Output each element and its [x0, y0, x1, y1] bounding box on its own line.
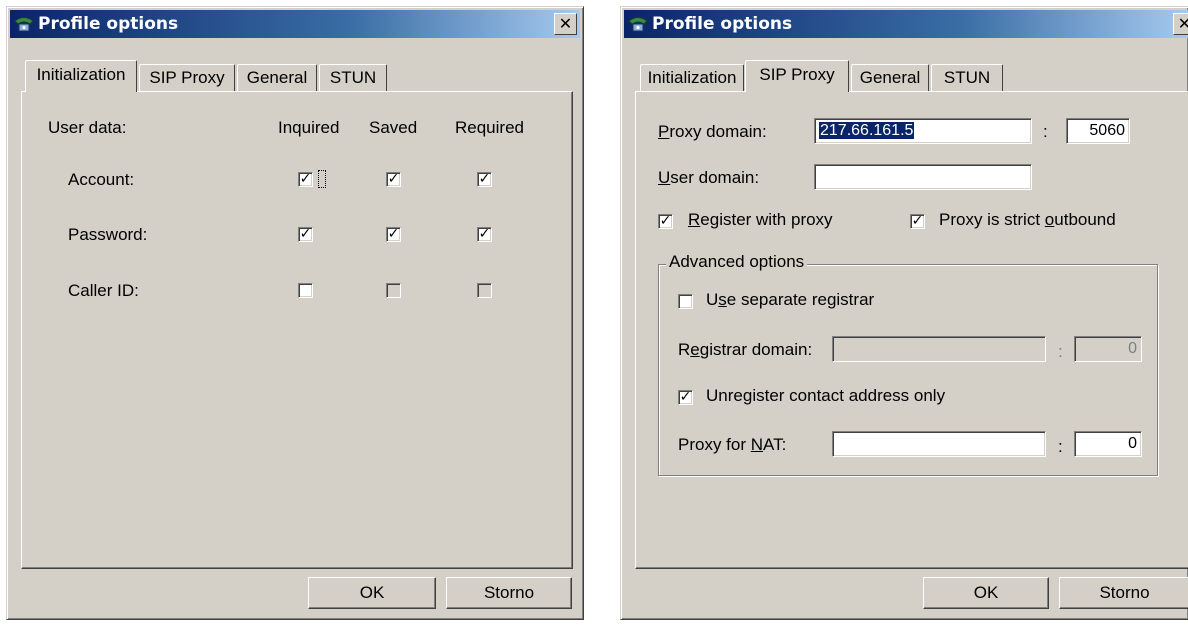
column-header-required: Required: [455, 118, 524, 137]
strict-outbound-label: Proxy is strict outbound: [939, 210, 1116, 229]
caller-id-inquired-checkbox[interactable]: [298, 283, 313, 298]
password-required-checkbox[interactable]: ✓: [477, 227, 492, 242]
user-domain-input[interactable]: [814, 164, 1032, 190]
profile-options-window-sip-proxy: Profile options ✕ Initialization SIP Pro…: [620, 6, 1188, 620]
checkmark-icon: ✓: [387, 226, 400, 242]
ok-label: OK: [359, 583, 385, 602]
registrar-domain-input[interactable]: [832, 336, 1046, 362]
account-inquired-checkbox[interactable]: ✓: [298, 172, 313, 187]
title-bar[interactable]: Profile options ✕: [10, 10, 580, 38]
tab-label: SIP Proxy: [149, 68, 225, 87]
caller-id-label: Caller ID:: [68, 281, 139, 300]
checkmark-icon: ✓: [299, 226, 312, 242]
window-title: Profile options: [652, 14, 793, 34]
checkmark-icon: ✓: [299, 171, 312, 187]
proxy-domain-label: Proxy domain:: [658, 122, 767, 141]
storno-button[interactable]: Storno: [446, 577, 572, 609]
proxy-for-nat-label: Proxy for NAT:: [678, 435, 787, 454]
ok-label: OK: [973, 583, 999, 602]
tab-general[interactable]: General: [237, 64, 317, 92]
tab-initialization[interactable]: Initialization: [640, 64, 744, 92]
colon-separator: :: [1058, 342, 1063, 361]
proxy-for-nat-input[interactable]: [832, 431, 1046, 457]
tab-stun[interactable]: STUN: [931, 64, 1003, 92]
storno-label: Storno: [1099, 583, 1150, 602]
sip-proxy-panel: Proxy domain: 217.66.161.5 : 5060 User d…: [635, 91, 1188, 569]
tab-label: SIP Proxy: [759, 65, 835, 84]
checkmark-icon: ✓: [478, 171, 491, 187]
use-separate-registrar-label: Use separate registrar: [706, 290, 875, 309]
account-label: Account:: [68, 170, 135, 189]
storno-button[interactable]: Storno: [1059, 577, 1188, 609]
user-domain-label: User domain:: [658, 168, 760, 187]
proxy-port-value: 5060: [1089, 122, 1125, 139]
proxy-for-nat-port-value: 0: [1128, 435, 1137, 452]
close-button[interactable]: ✕: [1173, 13, 1188, 35]
caller-id-saved-checkbox[interactable]: [386, 283, 401, 298]
tab-label: General: [859, 68, 921, 87]
tab-stun[interactable]: STUN: [319, 64, 387, 92]
password-saved-checkbox[interactable]: ✓: [386, 227, 401, 242]
tab-label: Initialization: [647, 68, 737, 87]
tab-label: General: [246, 68, 308, 87]
column-header-inquired: Inquired: [278, 118, 340, 137]
advanced-options-legend: Advanced options: [666, 252, 808, 272]
account-required-checkbox[interactable]: ✓: [477, 172, 492, 187]
column-header-saved: Saved: [369, 118, 418, 137]
checkmark-icon: ✓: [478, 226, 491, 242]
profile-options-window-initialization: Profile options ✕ Initialization SIP Pro…: [6, 6, 584, 620]
tab-label: STUN: [943, 68, 991, 87]
account-saved-checkbox[interactable]: ✓: [386, 172, 401, 187]
phone-network-icon: [14, 17, 34, 32]
user-data-label: User data:: [48, 118, 127, 137]
phone-network-icon: [628, 17, 648, 32]
registrar-domain-label: Registrar domain:: [678, 340, 813, 359]
initialization-panel: User data: Inquired Saved Required Accou…: [21, 91, 573, 569]
title-bar[interactable]: Profile options ✕: [624, 10, 1188, 38]
colon-separator: :: [1043, 122, 1048, 141]
unregister-contact-checkbox[interactable]: ✓: [678, 390, 693, 405]
close-button[interactable]: ✕: [554, 13, 577, 35]
proxy-domain-value: 217.66.161.5: [819, 122, 915, 139]
proxy-domain-input[interactable]: 217.66.161.5: [814, 118, 1032, 144]
proxy-port-input[interactable]: 5060: [1066, 118, 1130, 144]
tab-general[interactable]: General: [851, 64, 929, 92]
close-icon: ✕: [1178, 14, 1188, 33]
window-title: Profile options: [38, 14, 179, 34]
strict-outbound-checkbox[interactable]: ✓: [910, 214, 925, 229]
registrar-port-input[interactable]: 0: [1074, 336, 1142, 362]
unregister-contact-label: Unregister contact address only: [706, 386, 946, 405]
tab-sip-proxy[interactable]: SIP Proxy: [139, 64, 235, 92]
ok-button[interactable]: OK: [923, 577, 1049, 609]
registrar-port-value: 0: [1128, 340, 1137, 357]
close-icon: ✕: [558, 14, 573, 33]
tab-label: Initialization: [36, 65, 126, 84]
colon-separator: :: [1058, 437, 1063, 456]
ok-button[interactable]: OK: [308, 577, 436, 609]
proxy-for-nat-port-input[interactable]: 0: [1074, 431, 1142, 457]
register-with-proxy-checkbox[interactable]: ✓: [658, 214, 673, 229]
checkmark-icon: ✓: [387, 171, 400, 187]
checkmark-icon: ✓: [659, 213, 672, 229]
use-separate-registrar-checkbox[interactable]: [678, 294, 693, 309]
checkmark-icon: ✓: [911, 213, 924, 229]
storno-label: Storno: [483, 583, 535, 602]
caller-id-required-checkbox[interactable]: [477, 283, 492, 298]
password-inquired-checkbox[interactable]: ✓: [298, 227, 313, 242]
focus-indicator: [318, 170, 326, 188]
password-label: Password:: [68, 225, 148, 244]
tab-initialization[interactable]: Initialization: [25, 60, 137, 92]
tab-label: STUN: [329, 68, 377, 87]
checkmark-icon: ✓: [679, 389, 692, 405]
register-with-proxy-label: Register with proxy: [688, 210, 833, 229]
tab-sip-proxy[interactable]: SIP Proxy: [745, 60, 849, 92]
